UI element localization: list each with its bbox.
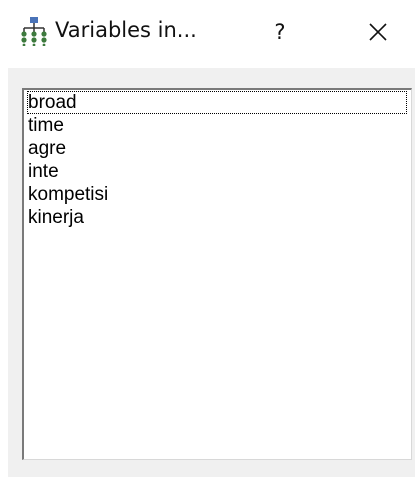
- close-button[interactable]: [356, 14, 400, 50]
- variable-list-item[interactable]: kinerja: [27, 206, 411, 229]
- variable-list-item[interactable]: broad: [27, 91, 407, 114]
- variables-listbox[interactable]: broad time agre inte kompetisi kinerja: [22, 88, 412, 460]
- variable-list-item[interactable]: kompetisi: [27, 183, 411, 206]
- variable-list-item[interactable]: inte: [27, 160, 411, 183]
- close-icon: [369, 23, 387, 41]
- title-bar[interactable]: Variables in... ?: [0, 0, 415, 60]
- network-tree-icon: [19, 16, 49, 47]
- variables-list: broad time agre inte kompetisi kinerja: [24, 90, 411, 229]
- variable-list-item[interactable]: agre: [27, 137, 411, 160]
- variable-list-item[interactable]: time: [27, 114, 411, 137]
- window-title: Variables in...: [55, 18, 197, 42]
- variables-dialog: Variables in... ? broad time agre inte kompe…: [0, 0, 415, 477]
- help-button[interactable]: ?: [260, 14, 300, 50]
